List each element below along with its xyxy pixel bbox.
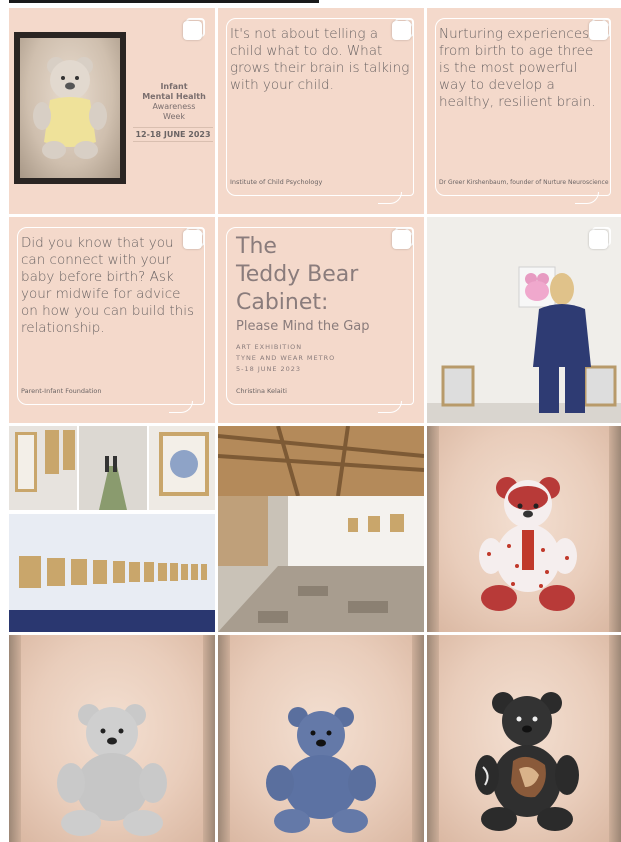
quote-text: It's not about telling a child what to d… <box>230 26 410 93</box>
grey-knitted-bear-image <box>57 704 167 836</box>
artist-name: Christina Kelaiti <box>236 387 287 395</box>
gallery-collage-image <box>9 426 215 632</box>
post-exhibition-title[interactable]: The Teddy Bear Cabinet: Please Mind the … <box>218 217 424 423</box>
multiple-posts-icon <box>589 18 611 40</box>
post-nurse-photo[interactable] <box>427 217 621 423</box>
post-grey-bear[interactable] <box>9 635 215 842</box>
post-red-bear[interactable] <box>427 426 621 632</box>
blue-knitted-bear-image <box>266 707 376 833</box>
black-patterned-bear-image <box>475 692 579 831</box>
framed-bear-photo <box>14 32 126 184</box>
quote-credit: Parent-Infant Foundation <box>21 387 102 395</box>
quote-credit: Dr Greer Kirshenbaum, founder of Nurture… <box>439 179 609 186</box>
quote-text: Nurturing experiences from birth to age … <box>439 26 596 110</box>
multiple-posts-icon <box>392 18 414 40</box>
multiple-posts-icon <box>589 227 611 249</box>
exhibition-dates: 5-18 JUNE 2023 <box>236 365 302 373</box>
exhibition-title: The Teddy Bear Cabinet: <box>236 234 359 315</box>
post-gallery-collage[interactable] <box>9 426 215 632</box>
exhibition-type: ART EXHIBITION <box>236 343 303 351</box>
multiple-posts-icon <box>392 227 414 249</box>
post-blue-bear[interactable] <box>218 635 424 842</box>
post-quote-neuroscience[interactable]: Nurturing experiences from birth to age … <box>427 8 621 214</box>
quote-text: Did you know that you can connect with y… <box>21 235 195 336</box>
station-hall-image <box>218 426 424 632</box>
post-awareness-week[interactable]: Infant Mental Health Awareness Week 12-1… <box>9 8 215 214</box>
quote-credit: Institute of Child Psychology <box>230 178 323 186</box>
event-title: Infant Mental Health Awareness Week <box>142 82 206 121</box>
red-polka-dot-bear-image <box>479 477 577 611</box>
post-quote-parent-infant[interactable]: Did you know that you can connect with y… <box>9 217 215 423</box>
post-grid: Infant Mental Health Awareness Week 12-1… <box>9 8 621 842</box>
post-quote-psychology[interactable]: It's not about telling a child what to d… <box>218 8 424 214</box>
exhibition-venue: TYNE AND WEAR METRO <box>236 354 336 362</box>
exhibition-subtitle: Please Mind the Gap <box>236 319 370 334</box>
post-station-hall[interactable] <box>218 426 424 632</box>
multiple-posts-icon <box>183 227 205 249</box>
post-black-bear[interactable] <box>427 635 621 842</box>
event-dates: 12-18 JUNE 2023 <box>133 127 213 142</box>
teddy-bear-image <box>33 57 107 159</box>
profile-tab-indicator <box>9 0 319 3</box>
multiple-posts-icon <box>183 18 205 40</box>
